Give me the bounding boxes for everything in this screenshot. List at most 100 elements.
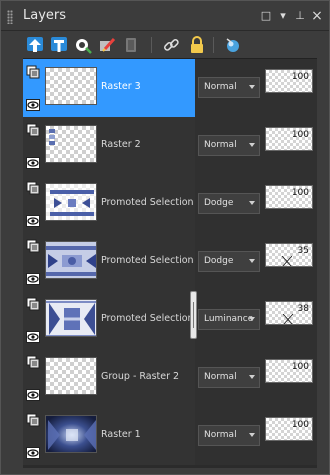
layer-thumbnail [45,415,97,453]
layer-row-main[interactable]: Raster 1 [23,407,195,465]
layer-thumbnail [45,299,97,337]
blend-mode-value: Normal [204,140,237,150]
layer-thumbnail [45,125,97,163]
panel-titlebar[interactable]: Layers □ ▾ ⊥ × [1,1,329,31]
eye-icon[interactable] [26,444,40,459]
pin-icon[interactable]: ⊥ [293,9,307,23]
lock-transparency-icon[interactable] [187,35,207,55]
eye-icon[interactable] [26,270,40,285]
layer-name[interactable]: Promoted Selection 1 [101,197,203,208]
blend-mode-dropdown[interactable]: Normal [198,77,260,98]
layer-list-scrollbar[interactable] [317,58,329,468]
layer-thumbnail [45,67,97,105]
layer-list[interactable]: Raster 3 Normal 100 Raster 2 Normal 100 … [23,58,317,468]
blend-mode-value: Dodge [204,256,234,266]
opacity-value: 100 [291,130,309,140]
opacity-marker-icon [282,256,292,266]
layer-thumbnail [45,183,97,221]
layer-thumbnail [45,357,97,395]
chevron-down-icon [249,375,255,379]
layer-row[interactable]: Promoted Selection 1 Dodge 100 [23,175,317,233]
layer-visibility-icon[interactable] [26,180,40,195]
layer-row-main[interactable]: Raster 2 [23,117,195,175]
opacity-slider[interactable]: 38 [265,301,313,325]
blend-mode-value: Dodge [204,198,234,208]
column-splitter-handle[interactable] [190,291,197,339]
edit-mask-icon[interactable] [97,35,117,55]
layer-name[interactable]: Promoted Selection [101,255,194,266]
blend-mode-value: Luminance [204,314,254,324]
chevron-down-icon [249,85,255,89]
link-layers-icon[interactable] [161,35,181,55]
layer-properties: Dodge 35 [195,233,317,291]
new-vector-layer-icon[interactable] [49,35,69,55]
eye-icon[interactable] [26,212,40,227]
layer-name[interactable]: Raster 2 [101,139,141,150]
layer-row[interactable]: Raster 3 Normal 100 [23,59,317,117]
layer-row[interactable]: Promoted Selection Dodge 35 [23,233,317,291]
layer-visibility-icon[interactable] [26,354,40,369]
layer-visibility-icon[interactable] [26,296,40,311]
blend-mode-value: Normal [204,82,237,92]
opacity-value: 100 [291,72,309,82]
layers-toolbar [1,32,329,58]
opacity-slider[interactable]: 100 [265,359,313,383]
toolbar-divider [213,37,214,53]
opacity-value: 35 [297,246,309,256]
layer-row-main[interactable]: Promoted Selection 1 [23,175,203,233]
opacity-value: 38 [297,304,309,314]
blend-mode-dropdown[interactable]: Normal [198,425,260,446]
layer-row[interactable]: Raster 2 Normal 100 [23,117,317,175]
blend-mode-dropdown[interactable]: Luminance [198,309,260,330]
chevron-down-icon [249,259,255,263]
blend-mode-dropdown[interactable]: Normal [198,135,260,156]
menu-chevron-icon[interactable]: ▾ [276,9,290,23]
opacity-slider[interactable]: 100 [265,185,313,209]
blend-mode-value: Normal [204,372,237,382]
blend-mode-dropdown[interactable]: Dodge [198,251,260,272]
layer-row-main[interactable]: Group - Raster 2 [23,349,195,407]
layer-visibility-icon[interactable] [26,122,40,137]
eye-icon[interactable] [26,96,40,111]
drag-grip-icon[interactable] [7,10,13,24]
new-raster-layer-icon[interactable] [25,35,45,55]
chevron-down-icon [249,143,255,147]
layer-properties: Normal 100 [195,407,317,465]
new-mask-layer-icon[interactable] [73,35,93,55]
chevron-down-icon [249,433,255,437]
layers-panel: Layers □ ▾ ⊥ × Raster 3 Normal 100 Raste… [0,0,330,475]
layer-properties: Normal 100 [195,117,317,175]
duplicate-layer-icon[interactable] [121,35,141,55]
layer-visibility-icon[interactable] [26,238,40,253]
opacity-slider[interactable]: 100 [265,127,313,151]
opacity-slider[interactable]: 100 [265,417,313,441]
layer-name[interactable]: Raster 1 [101,429,141,440]
eye-icon[interactable] [26,328,40,343]
layer-row-main[interactable]: Promoted Selection 2 [23,291,203,349]
restore-icon[interactable]: □ [259,9,273,23]
layer-name[interactable]: Group - Raster 2 [101,371,179,382]
panel-title: Layers [23,8,67,23]
layer-row[interactable]: Group - Raster 2 Normal 100 [23,349,317,407]
blend-mode-value: Normal [204,430,237,440]
layer-visibility-icon[interactable] [26,412,40,427]
opacity-slider[interactable]: 100 [265,69,313,93]
layer-row[interactable]: Promoted Selection 2 Luminance 38 [23,291,317,349]
layer-visibility-icon[interactable] [26,64,40,79]
layer-properties: Luminance 38 [195,291,317,349]
toolbar-divider [151,37,152,53]
eye-icon[interactable] [26,154,40,169]
layer-row-main[interactable]: Promoted Selection [23,233,195,291]
opacity-slider[interactable]: 35 [265,243,313,267]
blend-mode-dropdown[interactable]: Dodge [198,193,260,214]
layer-properties-icon[interactable] [223,35,243,55]
layer-properties: Normal 100 [195,59,317,117]
layer-row-main[interactable]: Raster 3 [23,59,195,117]
eye-icon[interactable] [26,386,40,401]
close-icon[interactable]: × [310,9,324,23]
layer-name[interactable]: Promoted Selection 2 [101,313,203,324]
layer-name[interactable]: Raster 3 [101,81,141,92]
chevron-down-icon [249,317,255,321]
layer-row[interactable]: Raster 1 Normal 100 [23,407,317,465]
blend-mode-dropdown[interactable]: Normal [198,367,260,388]
